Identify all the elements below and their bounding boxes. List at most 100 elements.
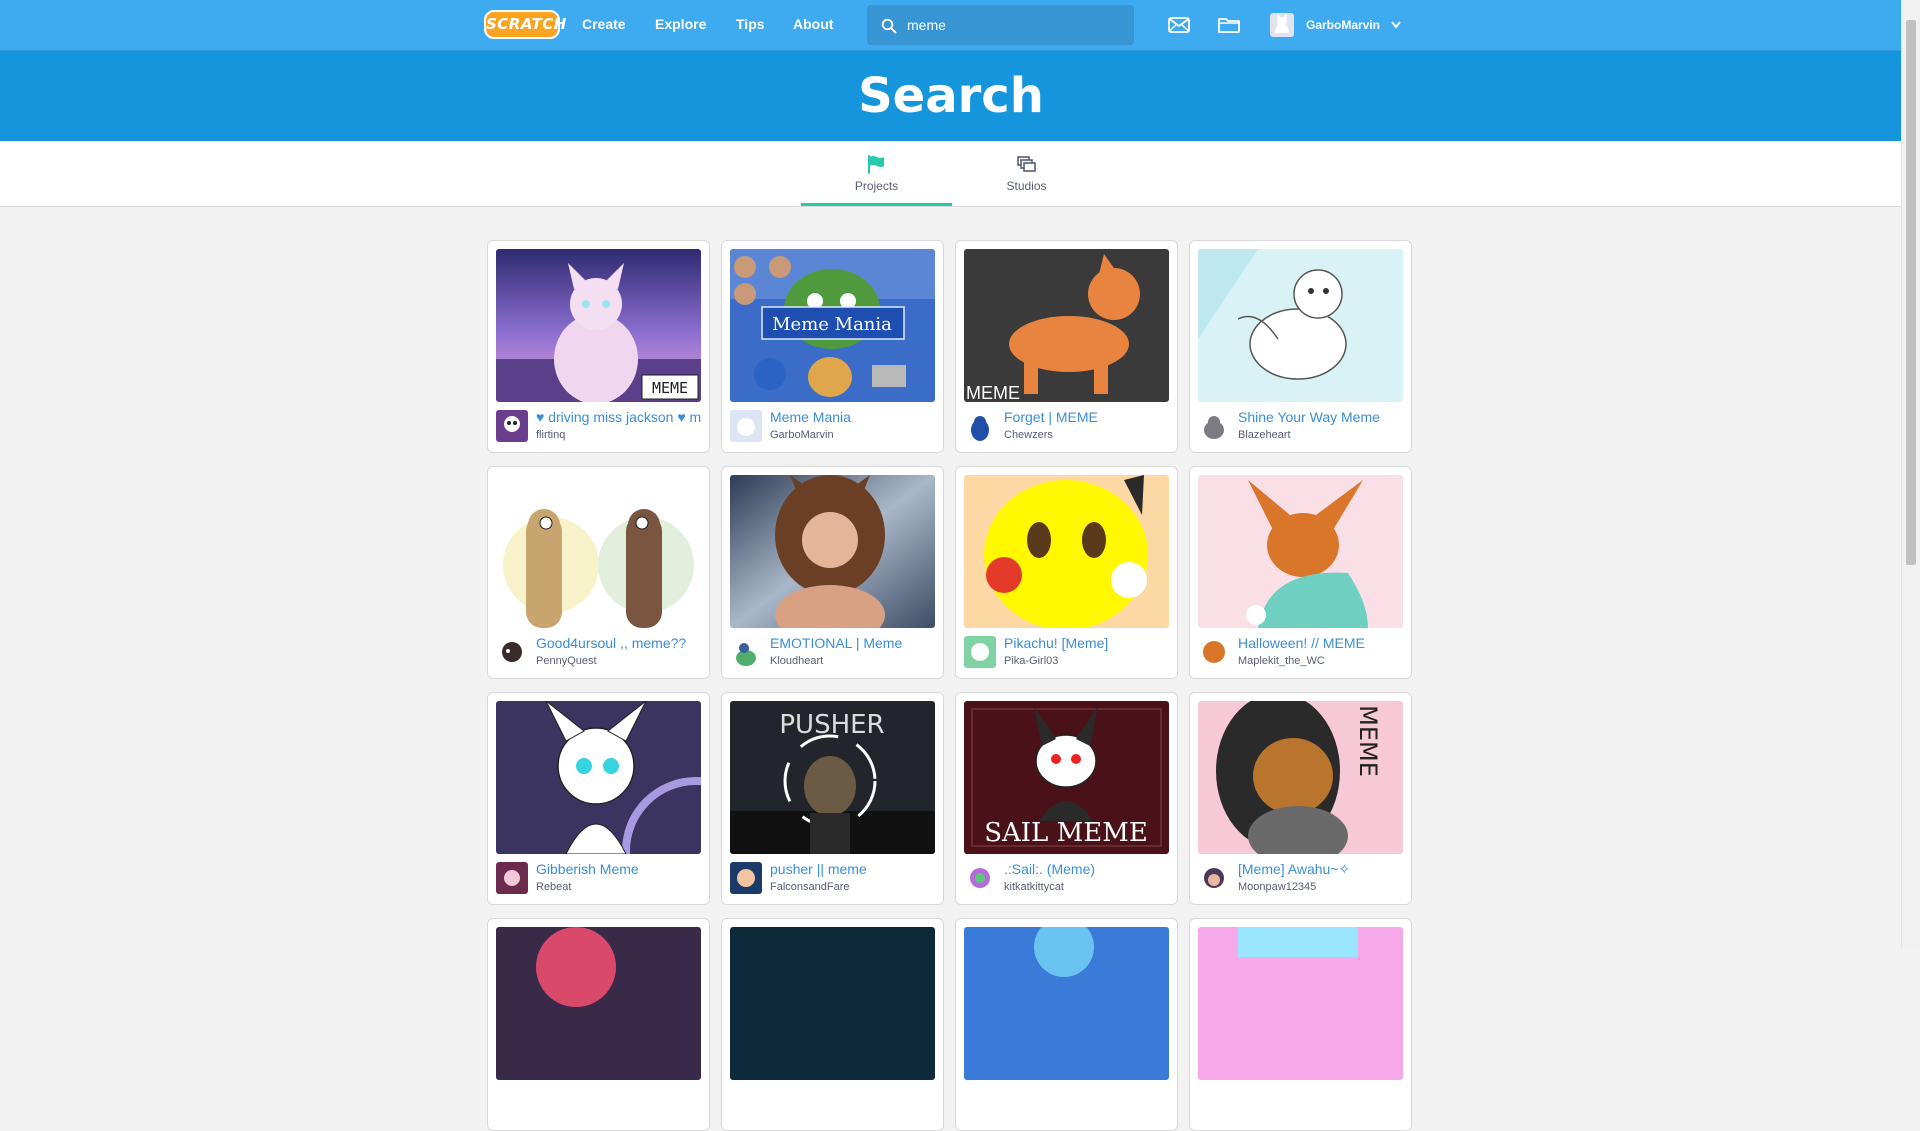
project-title[interactable]: Gibberish Meme bbox=[536, 861, 704, 877]
project-title[interactable]: Forget | MEME bbox=[1004, 409, 1172, 425]
page-scrollbar[interactable] bbox=[1901, 0, 1920, 949]
tab-studios[interactable]: Studios bbox=[951, 141, 1102, 206]
project-title[interactable]: Good4ursoul ,, meme?? bbox=[536, 635, 704, 651]
my-stuff-folder-icon[interactable] bbox=[1217, 13, 1241, 37]
project-author[interactable]: Rebeat bbox=[536, 881, 571, 893]
project-card[interactable]: PUSHER pusher || meme FalconsandFare bbox=[721, 692, 944, 905]
nav-link-about[interactable]: About bbox=[793, 0, 833, 50]
username-label[interactable]: GarboMarvin bbox=[1306, 0, 1380, 50]
top-navigation-inner: SCRATCH Create Explore Tips About meme G… bbox=[484, 0, 1404, 50]
scrollbar-thumb[interactable] bbox=[1906, 20, 1916, 565]
project-author[interactable]: Chewzers bbox=[1004, 429, 1053, 441]
project-title[interactable]: Pikachu! [Meme] bbox=[1004, 635, 1172, 651]
project-card[interactable]: Good4ursoul ,, meme?? PennyQuest bbox=[487, 466, 710, 679]
author-avatar[interactable] bbox=[730, 410, 762, 442]
scratch-logo-text: SCRATCH bbox=[486, 15, 567, 33]
tab-projects-label: Projects bbox=[854, 179, 899, 193]
project-thumbnail[interactable]: PUSHER bbox=[730, 701, 935, 854]
project-thumbnail[interactable]: SAIL MEME bbox=[964, 701, 1169, 854]
nav-link-explore[interactable]: Explore bbox=[655, 0, 706, 50]
project-author[interactable]: Moonpaw12345 bbox=[1238, 881, 1316, 893]
thumbnail-caption: MEME bbox=[966, 383, 1020, 402]
project-thumbnail[interactable] bbox=[730, 927, 935, 1080]
project-author[interactable]: FalconsandFare bbox=[770, 881, 850, 893]
thumbnail-caption: PUSHER bbox=[779, 710, 884, 740]
author-avatar[interactable] bbox=[730, 862, 762, 894]
project-thumbnail[interactable] bbox=[1198, 249, 1403, 402]
author-avatar[interactable] bbox=[1198, 862, 1230, 894]
messages-icon[interactable] bbox=[1167, 13, 1191, 37]
project-author[interactable]: Maplekit_the_WC bbox=[1238, 655, 1325, 667]
tab-studios-label: Studios bbox=[1006, 179, 1047, 193]
thumbnail-caption: SAIL MEME bbox=[984, 818, 1148, 848]
nav-link-create[interactable]: Create bbox=[582, 0, 626, 50]
project-author[interactable]: Blazeheart bbox=[1238, 429, 1291, 441]
project-thumbnail[interactable] bbox=[496, 475, 701, 628]
search-icon[interactable] bbox=[881, 18, 897, 34]
project-card[interactable] bbox=[487, 918, 710, 1131]
project-author[interactable]: Pika-Girl03 bbox=[1004, 655, 1058, 667]
author-avatar[interactable] bbox=[964, 410, 996, 442]
project-card[interactable]: SAIL MEME .:Sail:. (Meme) kitkatkittycat bbox=[955, 692, 1178, 905]
author-avatar[interactable] bbox=[496, 636, 528, 668]
project-title[interactable]: Shine Your Way Meme bbox=[1238, 409, 1406, 425]
studios-icon bbox=[1017, 156, 1036, 172]
project-card[interactable] bbox=[1189, 918, 1412, 1131]
project-title[interactable]: EMOTIONAL | Meme bbox=[770, 635, 938, 651]
author-avatar[interactable] bbox=[1198, 410, 1230, 442]
page-title: Search bbox=[858, 68, 1044, 124]
search-input[interactable] bbox=[907, 5, 1117, 45]
search-box bbox=[867, 5, 1134, 45]
user-avatar[interactable] bbox=[1270, 13, 1294, 37]
project-thumbnail[interactable] bbox=[1198, 475, 1403, 628]
user-avatar-image bbox=[1275, 14, 1289, 33]
project-card[interactable]: MEME [Meme] Awahu~✧ Moonpaw12345 bbox=[1189, 692, 1412, 905]
author-avatar[interactable] bbox=[496, 862, 528, 894]
project-title[interactable]: Meme Mania bbox=[770, 409, 938, 425]
project-title[interactable]: [Meme] Awahu~✧ bbox=[1238, 861, 1406, 878]
project-card[interactable]: Gibberish Meme Rebeat bbox=[487, 692, 710, 905]
project-thumbnail[interactable] bbox=[496, 927, 701, 1080]
author-avatar[interactable] bbox=[730, 636, 762, 668]
project-author[interactable]: GarboMarvin bbox=[770, 429, 834, 441]
project-author[interactable]: kitkatkittycat bbox=[1004, 881, 1064, 893]
project-author[interactable]: Kloudheart bbox=[770, 655, 823, 667]
project-thumbnail[interactable] bbox=[1198, 927, 1403, 1080]
author-avatar[interactable] bbox=[964, 862, 996, 894]
tab-projects[interactable]: Projects bbox=[801, 141, 952, 206]
author-avatar[interactable] bbox=[1198, 636, 1230, 668]
project-thumbnail[interactable] bbox=[964, 927, 1169, 1080]
project-card[interactable]: MEME Forget | MEME Chewzers bbox=[955, 240, 1178, 453]
project-thumbnail[interactable] bbox=[964, 475, 1169, 628]
project-card[interactable]: EMOTIONAL | Meme Kloudheart bbox=[721, 466, 944, 679]
project-card[interactable]: Shine Your Way Meme Blazeheart bbox=[1189, 240, 1412, 453]
thumbnail-caption: MEME bbox=[1354, 705, 1382, 777]
project-author[interactable]: flirtinq bbox=[536, 429, 565, 441]
project-card[interactable]: Pikachu! [Meme] Pika-Girl03 bbox=[955, 466, 1178, 679]
project-card[interactable]: MEME ♥ driving miss jackson ♥ m flirtinq bbox=[487, 240, 710, 453]
project-title[interactable]: Halloween! // MEME bbox=[1238, 635, 1406, 651]
project-thumbnail[interactable]: MEME bbox=[1198, 701, 1403, 854]
project-card[interactable] bbox=[721, 918, 944, 1131]
project-card[interactable] bbox=[955, 918, 1178, 1131]
project-card[interactable]: Halloween! // MEME Maplekit_the_WC bbox=[1189, 466, 1412, 679]
project-thumbnail[interactable]: Meme Mania bbox=[730, 249, 935, 402]
project-thumbnail[interactable] bbox=[730, 475, 935, 628]
project-card[interactable]: Meme Mania Meme Mania GarboMarvin bbox=[721, 240, 944, 453]
project-title[interactable]: pusher || meme bbox=[770, 861, 938, 877]
flag-icon bbox=[868, 155, 884, 174]
search-banner: Search bbox=[0, 51, 1902, 141]
chevron-down-icon[interactable] bbox=[1390, 20, 1402, 30]
author-avatar[interactable] bbox=[964, 636, 996, 668]
project-title[interactable]: ♥ driving miss jackson ♥ m bbox=[536, 409, 704, 425]
project-thumbnail[interactable] bbox=[496, 701, 701, 854]
project-thumbnail[interactable]: MEME bbox=[964, 249, 1169, 402]
project-title[interactable]: .:Sail:. (Meme) bbox=[1004, 861, 1172, 877]
nav-link-tips[interactable]: Tips bbox=[736, 0, 765, 50]
scratch-logo[interactable]: SCRATCH bbox=[484, 10, 567, 39]
project-author[interactable]: PennyQuest bbox=[536, 655, 597, 667]
project-thumbnail[interactable]: MEME bbox=[496, 249, 701, 402]
author-avatar[interactable] bbox=[496, 410, 528, 442]
thumbnail-caption: Meme Mania bbox=[772, 314, 892, 335]
search-tabs: Projects Studios bbox=[0, 141, 1902, 207]
